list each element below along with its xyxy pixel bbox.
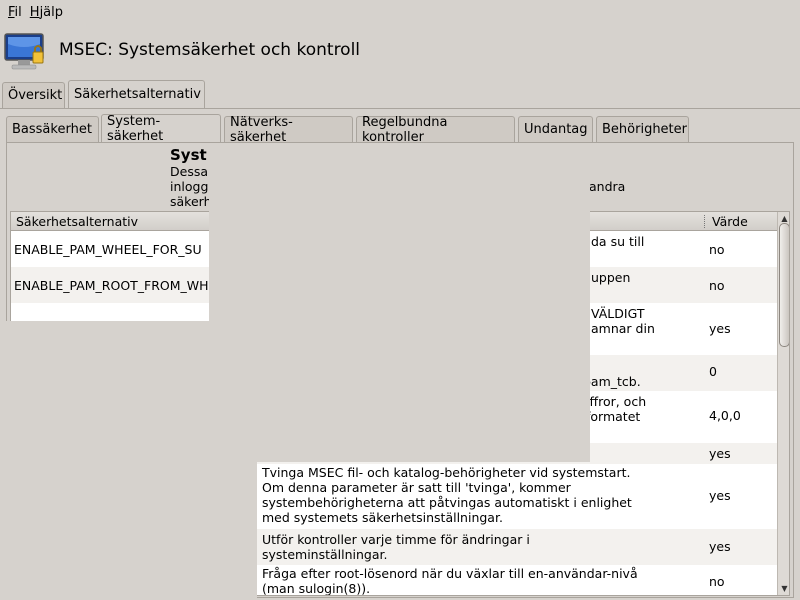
tab-basic-security[interactable]: Bassäkerhet [6,116,99,142]
row-value: 4,0,0 [709,408,741,423]
monitor-lock-icon [4,32,46,72]
app-header: MSEC: Systemsäkerhet och kontroll [0,26,800,76]
sub-tabbar: Bassäkerhet System-säkerhet Nätverks-säk… [4,114,796,145]
menu-help-mnemonic: H [29,4,40,20]
tab-network-security[interactable]: Nätverks-säkerhet [224,115,353,145]
row-value: 0 [709,364,717,379]
row-description: Utför kontroller varje timme för ändring… [262,532,530,562]
row-value: no [709,574,725,589]
row-value: yes [709,488,731,503]
tab-permissions[interactable]: Behörigheter [596,116,689,142]
table-scrollbar[interactable]: ▲ ▼ [777,212,789,595]
menu-help[interactable]: Hjälp [26,5,67,20]
row-option: ENABLE_PAM_WHEEL_FOR_SU [14,242,202,257]
section-title: Syst [170,146,207,164]
menu-file[interactable]: Fil [4,5,26,20]
row-value: no [709,278,725,293]
tab-exceptions[interactable]: Undantag [518,116,593,142]
overlapping-window-lower-right [209,321,257,600]
row-description: iffror, och formatet [586,394,647,424]
scroll-down-arrow-icon[interactable]: ▼ [778,582,789,595]
row-description: uppen [591,270,631,285]
section-desc-line2-start: inlogg [170,179,209,194]
row-description: VÄLDIGT amnar din [591,306,655,336]
menu-help-label: jälp [39,4,64,20]
app-title: MSEC: Systemsäkerhet och kontroll [59,40,361,60]
row-value: no [709,242,725,257]
row-description: da su till [591,234,645,249]
menubar: Fil Hjälp [0,0,800,24]
row-description: Tvinga MSEC fil- och katalog-behörighete… [262,465,632,525]
column-header-value[interactable]: Värde [712,214,748,229]
tab-overview[interactable]: Översikt [2,82,65,108]
tab-periodic-checks[interactable]: Regelbundna kontroller [356,115,515,145]
row-description: Fråga efter root-lösenord när du växlar … [262,566,638,596]
tab-security-options[interactable]: Säkerhetsalternativ [68,80,205,108]
row-value: yes [709,446,731,461]
row-value: yes [709,321,731,336]
column-header-option[interactable]: Säkerhetsalternativ [16,214,138,229]
tab-system-security[interactable]: System-säkerhet [101,114,221,144]
row-value: yes [709,539,731,554]
row-description: pam_tcb. [583,374,641,389]
row-option: ENABLE_PAM_ROOT_FROM_WH [14,278,209,293]
top-tabbar: Översikt Säkerhetsalternativ [0,80,800,109]
overlapping-window [209,147,590,462]
section-desc-line2-end: andra [589,179,626,194]
column-separator [704,215,705,228]
menu-file-label: il [14,4,22,20]
scrollbar-thumb[interactable] [779,223,789,347]
